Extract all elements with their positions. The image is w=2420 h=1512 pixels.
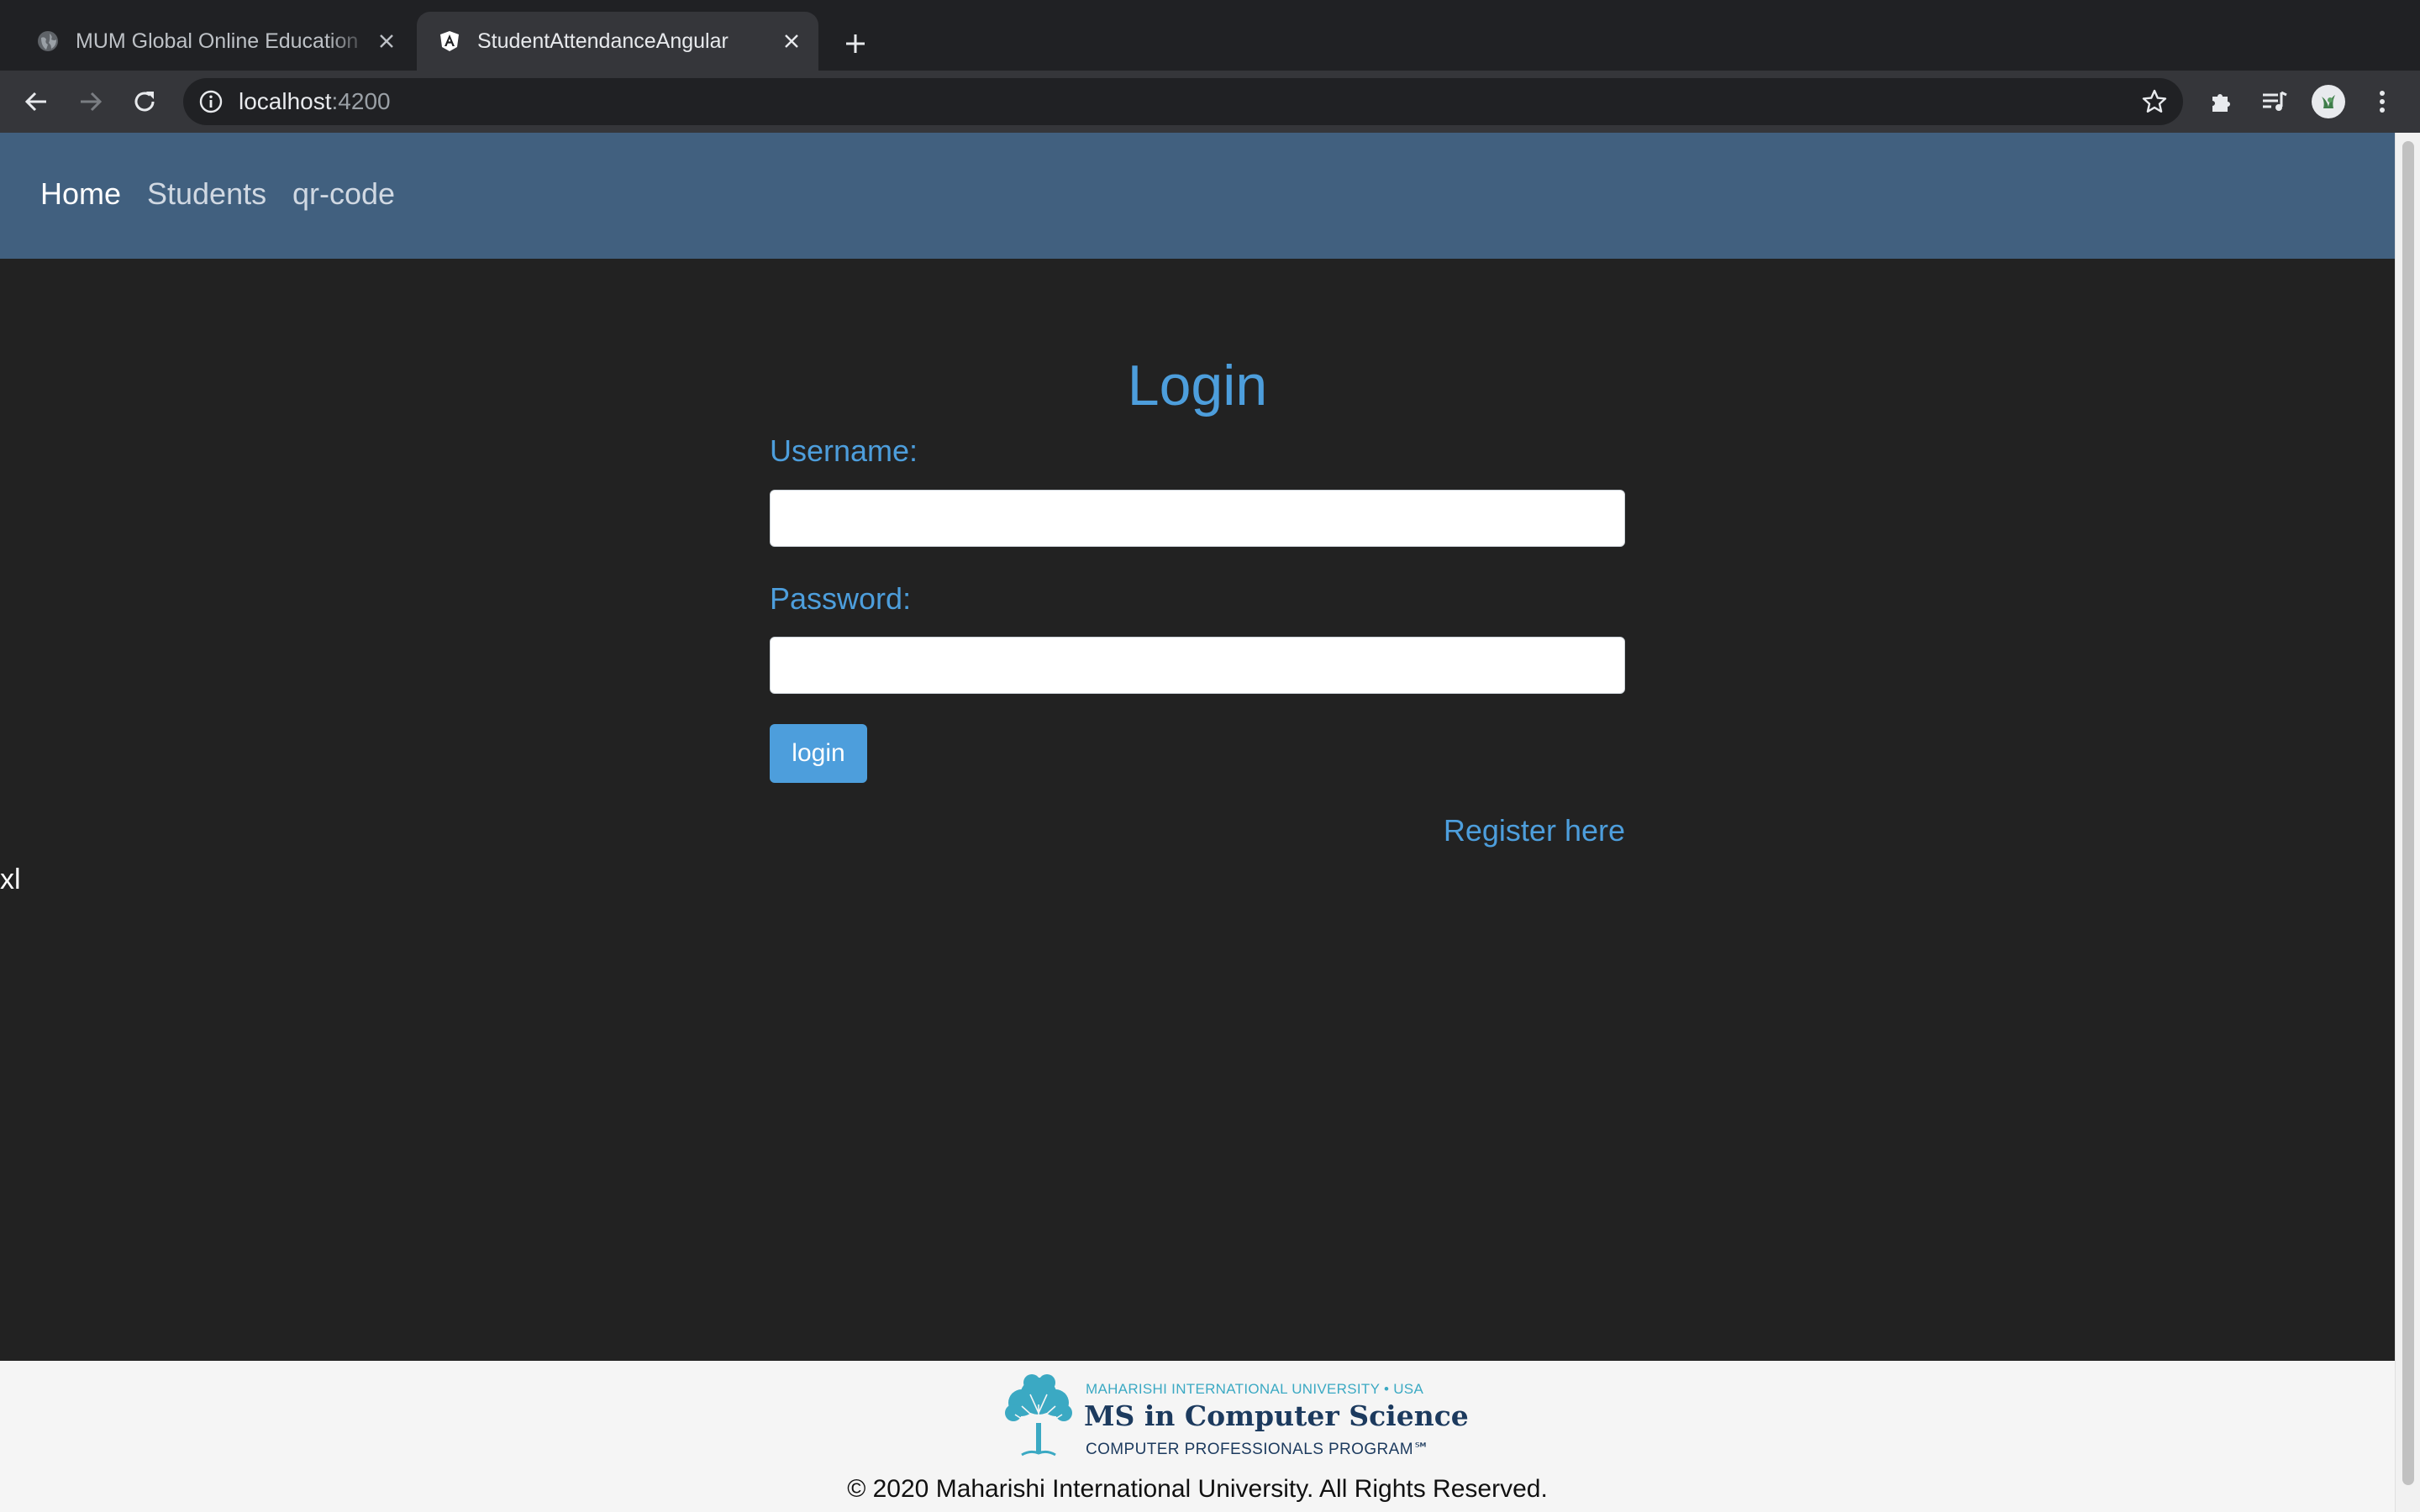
puzzle-icon[interactable]: [2204, 85, 2238, 118]
login-button[interactable]: login: [770, 724, 867, 783]
back-arrow-icon[interactable]: [19, 85, 53, 118]
page-scrollbar[interactable]: [2395, 133, 2420, 1512]
logo-university-text: MAHARISHI INTERNATIONAL UNIVERSITY • USA: [1086, 1381, 1424, 1397]
password-input[interactable]: [770, 637, 1625, 694]
password-label: Password:: [770, 581, 912, 616]
browser-tab-student-attendance[interactable]: StudentAttendanceAngular: [417, 12, 818, 71]
avatar[interactable]: [2312, 85, 2345, 118]
url-text: localhost:4200: [239, 78, 391, 125]
logo-program-title: MS in Computer Science: [1084, 1399, 1469, 1432]
kebab-menu-icon[interactable]: [2365, 85, 2399, 118]
profile-avatar-icon: [2312, 85, 2345, 118]
tab-strip: MUM Global Online Education StudentAtten…: [0, 0, 2420, 71]
browser-toolbar: localhost:4200: [0, 71, 2420, 133]
university-logo: MAHARISHI INTERNATIONAL UNIVERSITY • USA…: [997, 1371, 1469, 1462]
close-icon[interactable]: [371, 26, 402, 56]
username-input[interactable]: [770, 490, 1625, 547]
page-viewport: Home Students qr-code Login Username: Pa…: [0, 133, 2395, 1512]
star-icon[interactable]: [2141, 88, 2168, 115]
forward-arrow-icon[interactable]: [74, 85, 108, 118]
media-queue-icon[interactable]: [2258, 85, 2291, 118]
url-host: localhost: [239, 88, 332, 114]
copyright-text: © 2020 Maharishi International Universit…: [847, 1475, 1548, 1503]
url-port: :4200: [331, 88, 391, 114]
page-footer: MAHARISHI INTERNATIONAL UNIVERSITY • USA…: [0, 1361, 2395, 1512]
app-navbar: Home Students qr-code: [0, 133, 2395, 259]
close-icon[interactable]: [776, 26, 807, 56]
tab-title: MUM Global Online Education: [76, 29, 359, 53]
nav-item-students[interactable]: Students: [147, 176, 266, 212]
nav-item-home[interactable]: Home: [40, 176, 121, 212]
globe-icon: [35, 29, 60, 54]
scrollbar-thumb[interactable]: [2402, 141, 2414, 1485]
browser-tab-mum[interactable]: MUM Global Online Education: [15, 12, 413, 71]
tab-title: StudentAttendanceAngular: [477, 29, 729, 53]
address-bar[interactable]: localhost:4200: [183, 78, 2183, 125]
username-label: Username:: [770, 433, 918, 468]
register-link[interactable]: Register here: [1444, 813, 1625, 848]
angular-icon: [437, 29, 462, 54]
logo-program-subtitle: COMPUTER PROFESSIONALS PROGRAM℠: [1086, 1441, 1430, 1458]
login-title: Login: [1127, 354, 1268, 417]
plus-icon[interactable]: [837, 25, 874, 62]
stray-text: xl: [0, 864, 21, 895]
info-icon[interactable]: [198, 89, 224, 114]
nav-item-qr-code[interactable]: qr-code: [292, 176, 395, 212]
reload-icon[interactable]: [128, 85, 161, 118]
tree-logo-icon: [1005, 1374, 1072, 1457]
